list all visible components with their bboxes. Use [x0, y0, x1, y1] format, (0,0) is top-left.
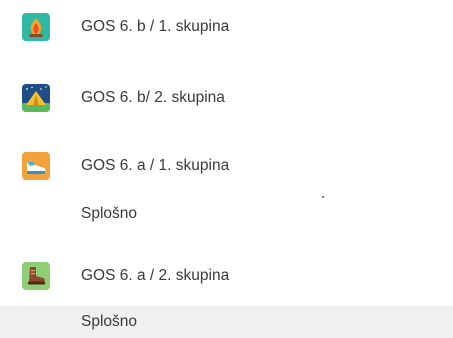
- team-label: GOS 6. a / 1. skupina: [81, 157, 230, 174]
- team-item-gos-6a-1[interactable]: GOS 6. a / 1. skupina: [0, 140, 453, 192]
- team-label: GOS 6. a / 2. skupina: [81, 267, 230, 284]
- channel-item-splosno-6a-2[interactable]: Splošno: [0, 306, 453, 338]
- channel-label: Splošno: [81, 313, 138, 330]
- team-label: GOS 6. b/ 2. skupina: [81, 89, 225, 106]
- team-item-gos-6b-2[interactable]: GOS 6. b/ 2. skupina: [0, 72, 453, 124]
- team-item-gos-6b-1[interactable]: GOS 6. b / 1. skupina: [0, 1, 453, 53]
- team-item-gos-6a-2[interactable]: GOS 6. a / 2. skupina: [0, 250, 453, 302]
- cursor-dot: [322, 196, 324, 198]
- tent-icon: [22, 84, 50, 112]
- team-label: GOS 6. b / 1. skupina: [81, 18, 230, 35]
- sneaker-icon: [22, 152, 50, 180]
- hiking-boot-icon: [22, 262, 50, 290]
- channel-item-splosno-6a-1[interactable]: Splošno: [0, 197, 453, 231]
- campfire-icon: [22, 13, 50, 41]
- channel-label: Splošno: [81, 205, 138, 222]
